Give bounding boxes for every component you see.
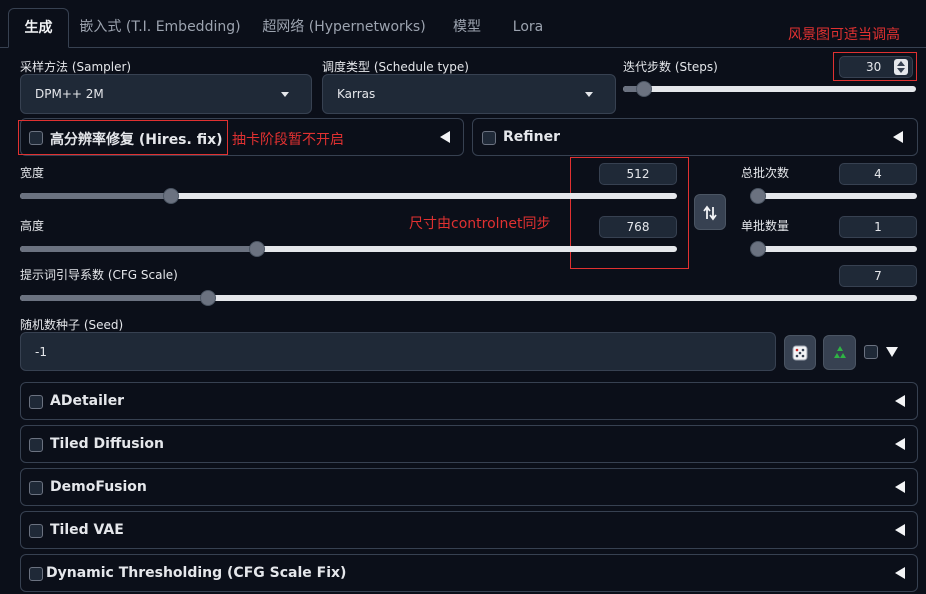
tab-generate[interactable]: 生成 — [8, 8, 69, 48]
hires-fix-label: 高分辨率修复 (Hires. fix) — [50, 132, 223, 148]
collapse-triangle-icon[interactable] — [895, 481, 905, 493]
steps-value: 30 — [866, 60, 882, 74]
tab-lora[interactable]: Lora — [504, 8, 552, 48]
extension-panel-adetailer[interactable] — [20, 382, 918, 420]
sampler-dropdown[interactable]: DPM++ 2M — [20, 74, 312, 114]
batch-size-input[interactable]: 1 — [839, 216, 917, 238]
chevron-down-icon — [585, 92, 593, 97]
annotation-landscape: 风景图可适当调高 — [788, 27, 900, 43]
height-slider[interactable] — [20, 241, 677, 257]
seed-value: -1 — [35, 345, 47, 359]
steps-slider[interactable] — [623, 81, 916, 97]
batch-count-slider[interactable] — [750, 188, 917, 204]
collapse-triangle-icon[interactable] — [893, 131, 903, 143]
tiled-diffusion-label: Tiled Diffusion — [50, 436, 164, 452]
cfg-input[interactable]: 7 — [839, 265, 917, 287]
cfg-label: 提示词引导系数 (CFG Scale) — [20, 268, 178, 282]
extension-panel-demofusion[interactable] — [20, 468, 918, 506]
width-slider[interactable] — [20, 188, 677, 204]
steps-label: 迭代步数 (Steps) — [623, 60, 718, 74]
dice-icon — [792, 345, 808, 361]
tiled-vae-checkbox[interactable] — [29, 524, 43, 538]
swap-icon — [703, 205, 717, 221]
swap-dimensions-button[interactable] — [694, 194, 726, 230]
annotation-hires: 抽卡阶段暂不开启 — [232, 132, 344, 148]
demofusion-label: DemoFusion — [50, 479, 147, 495]
slider-thumb[interactable] — [200, 290, 217, 306]
batch-size-slider[interactable] — [750, 241, 917, 257]
steps-input[interactable]: 30 — [839, 56, 913, 78]
recycle-icon — [833, 346, 846, 358]
slider-thumb[interactable] — [163, 188, 180, 204]
extra-seed-toggle-icon[interactable] — [886, 347, 898, 357]
batch-count-input[interactable]: 4 — [839, 163, 917, 185]
tab-models[interactable]: 模型 — [444, 8, 490, 48]
slider-thumb[interactable] — [750, 241, 766, 257]
adetailer-label: ADetailer — [50, 393, 125, 409]
extra-seed-checkbox[interactable] — [864, 345, 878, 359]
seed-label: 随机数种子 (Seed) — [20, 318, 124, 332]
collapse-triangle-icon[interactable] — [895, 438, 905, 450]
reuse-seed-button[interactable] — [823, 335, 856, 370]
spinner-arrows-icon[interactable] — [894, 59, 908, 75]
adetailer-checkbox[interactable] — [29, 395, 43, 409]
batch-size-label: 单批数量 — [741, 219, 790, 233]
sampler-label: 采样方法 (Sampler) — [20, 60, 132, 74]
batch-count-label: 总批次数 — [741, 166, 790, 180]
refiner-checkbox[interactable] — [482, 131, 496, 145]
extension-panel-tiled-vae[interactable] — [20, 511, 918, 549]
hires-fix-checkbox[interactable] — [29, 131, 43, 145]
chevron-down-icon — [281, 92, 289, 97]
schedule-label: 调度类型 (Schedule type) — [322, 60, 469, 74]
tab-hypernetworks[interactable]: 超网络 (Hypernetworks) — [258, 8, 430, 48]
dynamic-thresholding-checkbox[interactable] — [29, 567, 43, 581]
slider-thumb[interactable] — [635, 81, 652, 97]
width-label: 宽度 — [20, 166, 45, 180]
seed-input[interactable]: -1 — [20, 332, 776, 371]
tab-embedding[interactable]: 嵌入式 (T.I. Embedding) — [76, 8, 244, 48]
tiled-vae-label: Tiled VAE — [50, 522, 124, 538]
slider-thumb[interactable] — [750, 188, 766, 204]
collapse-triangle-icon[interactable] — [895, 395, 905, 407]
random-seed-button[interactable] — [784, 335, 816, 370]
slider-thumb[interactable] — [248, 241, 265, 257]
sampler-value: DPM++ 2M — [35, 87, 104, 101]
refiner-label: Refiner — [503, 129, 561, 145]
annotation-size: 尺寸由controlnet同步 — [409, 216, 551, 232]
height-label: 高度 — [20, 219, 45, 233]
schedule-dropdown[interactable]: Karras — [322, 74, 616, 114]
collapse-triangle-icon[interactable] — [895, 567, 905, 579]
cfg-slider[interactable] — [20, 290, 917, 306]
tiled-diffusion-checkbox[interactable] — [29, 438, 43, 452]
collapse-triangle-icon[interactable] — [895, 524, 905, 536]
width-input[interactable]: 512 — [599, 163, 677, 185]
collapse-triangle-icon[interactable] — [440, 131, 450, 143]
schedule-value: Karras — [337, 87, 376, 101]
dynamic-thresholding-label: Dynamic Thresholding (CFG Scale Fix) — [46, 565, 347, 581]
height-input[interactable]: 768 — [599, 216, 677, 238]
demofusion-checkbox[interactable] — [29, 481, 43, 495]
